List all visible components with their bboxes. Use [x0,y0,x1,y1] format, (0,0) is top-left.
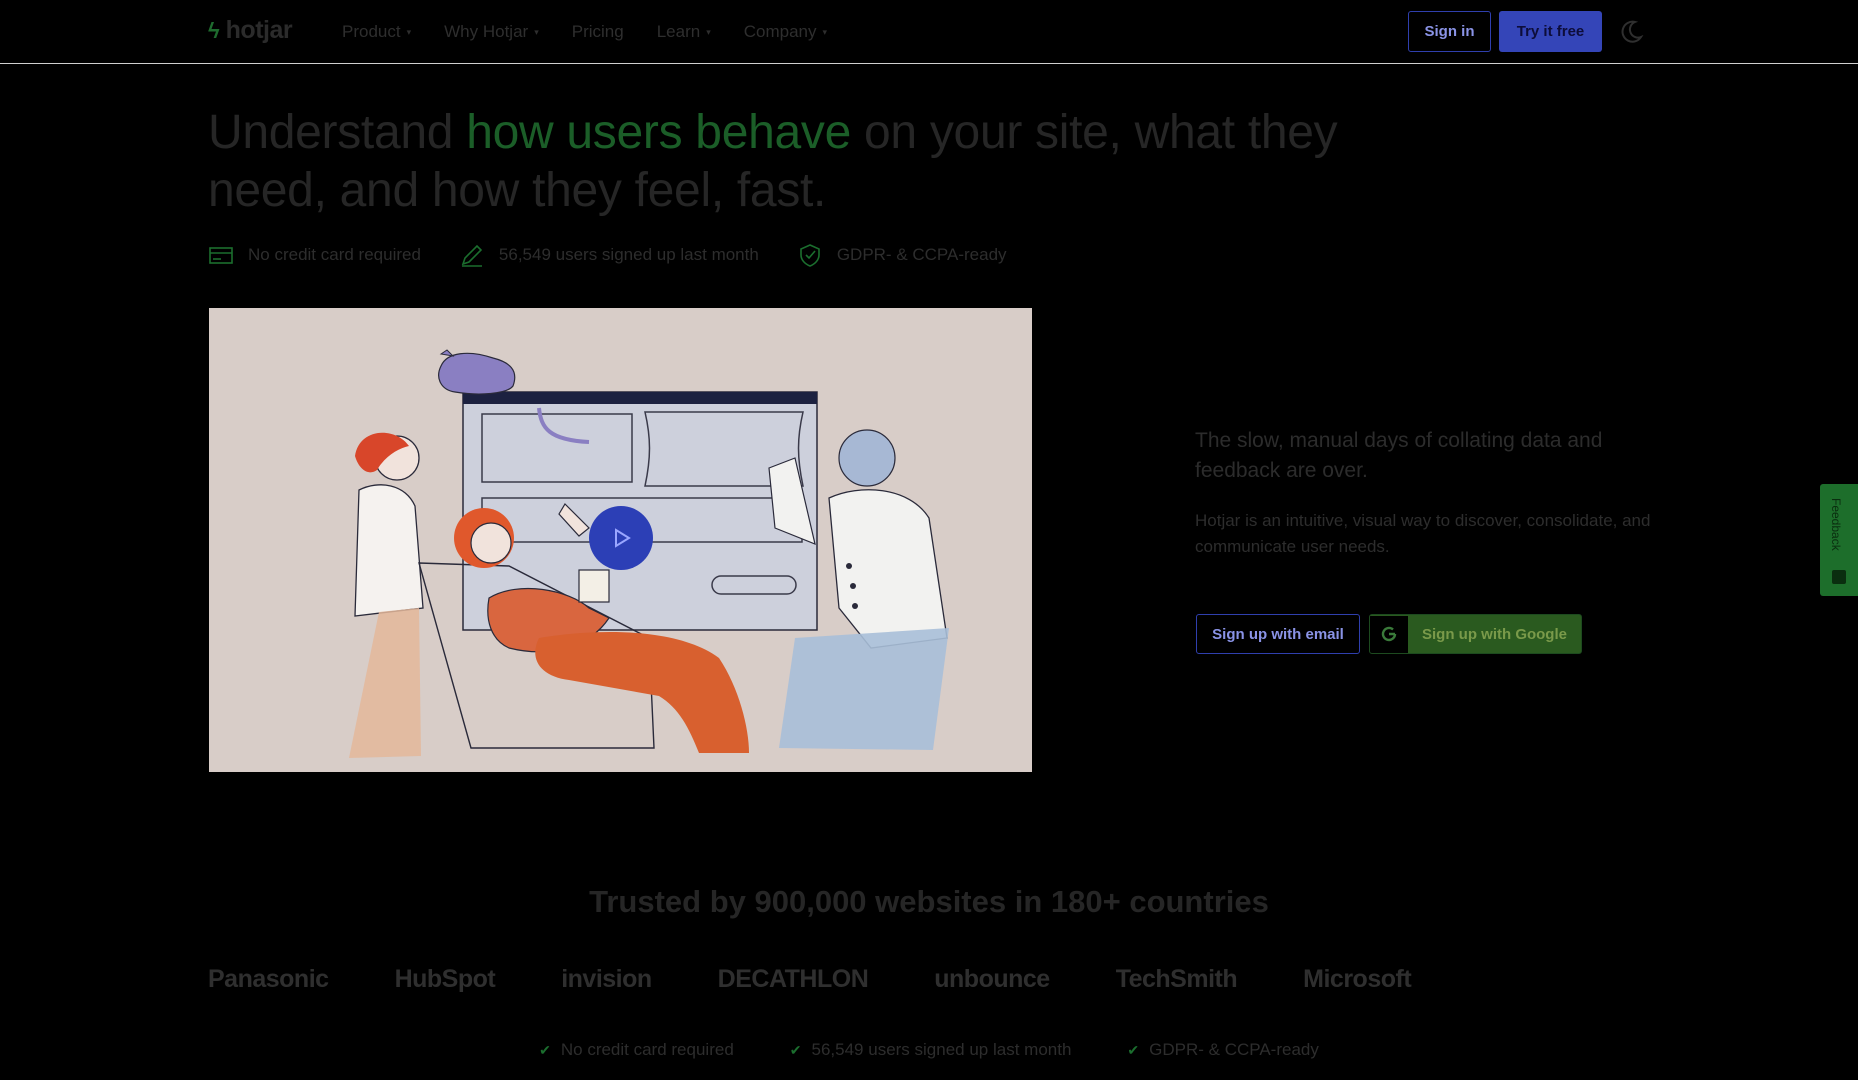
chevron-down-icon: ▾ [534,26,539,37]
trusted-title: Trusted by 900,000 websites in 180+ coun… [589,884,1269,919]
badge-no-credit-card: No credit card required [208,242,421,268]
sign-up-google-button[interactable]: Sign up with Google [1369,614,1582,654]
try-free-button[interactable]: Try it free [1499,11,1602,52]
logo-microsoft: Microsoft [1303,964,1412,993]
chevron-down-icon: ▾ [706,26,711,37]
menu-label: Learn [656,22,701,41]
hero-badges: No credit card required 56,549 users sig… [208,242,1045,268]
check-icon: ✔ [539,1041,551,1058]
headline-part: Understand [208,106,467,159]
shield-check-icon [800,244,820,267]
check-icon: ✔ [789,1041,802,1058]
bottom-badge-label: No credit card required [560,1040,734,1059]
google-button-label: Sign up with Google [1422,625,1567,643]
hero-headline: Understand how users behave on your site… [208,104,1428,220]
badge-label: 56,549 users signed up last month [498,245,759,264]
sign-in-button[interactable]: Sign in [1408,11,1491,52]
badge-gdpr: GDPR- & CCPA-ready [797,242,1007,268]
menu-item-product[interactable]: Product ▾ [342,22,411,42]
menu-label: Product [342,22,401,41]
menu-item-learn[interactable]: Learn ▾ [657,22,711,42]
chevron-down-icon: ▾ [822,26,828,37]
hero-video-thumbnail[interactable] [209,308,1032,772]
logo-invision: invision [561,964,652,993]
menu-item-pricing[interactable]: Pricing [572,22,624,42]
feedback-tab[interactable]: Feedback [1820,484,1858,596]
customer-logos: Panasonic HubSpot invision DECATHLON unb… [208,958,1646,1000]
menu-item-company[interactable]: Company ▾ [744,22,827,42]
logo-text: hotjar [225,16,293,44]
hero-subhead: The slow, manual days of collating data … [1195,429,1603,482]
badge-label: No credit card required [248,245,421,264]
bottom-badge: ✔ 56,549 users signed up last month [790,1040,1072,1060]
logo-bolt-icon: ϟ [208,17,220,43]
play-button[interactable] [589,506,653,570]
menu-label: Company [743,22,817,41]
badge-users-signed-up: 56,549 users signed up last month [459,242,759,268]
top-nav: ϟ hotjar Product ▾ Why Hotjar ▾ Pricing Le… [0,0,1858,64]
pencil-icon [461,244,483,267]
bottom-badge-label: 56,549 users signed up last month [811,1040,1072,1059]
menu-item-why-hotjar[interactable]: Why Hotjar ▾ [444,22,539,42]
feedback-label: Feedback [1829,498,1843,551]
logo-panasonic: Panasonic [208,964,329,993]
google-icon [1370,615,1408,653]
check-icon: ✔ [1127,1041,1140,1058]
moon-icon[interactable] [1617,18,1645,46]
logo-unbounce: unbounce [934,964,1050,993]
hotjar-logo[interactable]: ϟ hotjar [208,16,293,45]
credit-card-icon [209,247,233,264]
menu-label: Pricing [571,22,624,41]
bottom-badge: ✔ GDPR- & CCPA-ready [1127,1040,1318,1060]
headline-highlight: how users behave [466,106,851,159]
badge-label: GDPR- & CCPA-ready [836,245,1007,264]
play-icon [615,528,631,548]
feedback-icon [1832,570,1846,584]
bottom-badges: ✔ No credit card required ✔ 56,549 users s… [0,1040,1858,1060]
main-menu: Product ▾ Why Hotjar ▾ Pricing Learn ▾ Comp… [342,22,860,42]
logo-decathlon: DECATHLON [717,964,869,993]
chevron-down-icon: ▾ [406,26,412,37]
logo-techsmith: TechSmith [1115,964,1238,993]
sign-up-email-button[interactable]: Sign up with email [1196,614,1360,654]
bottom-badge: ✔ No credit card required [539,1040,734,1060]
logo-hubspot: HubSpot [394,964,496,993]
hero-description: Hotjar is an intuitive, visual way to di… [1195,511,1651,556]
bottom-badge-label: GDPR- & CCPA-ready [1149,1040,1319,1059]
menu-label: Why Hotjar [444,22,529,41]
